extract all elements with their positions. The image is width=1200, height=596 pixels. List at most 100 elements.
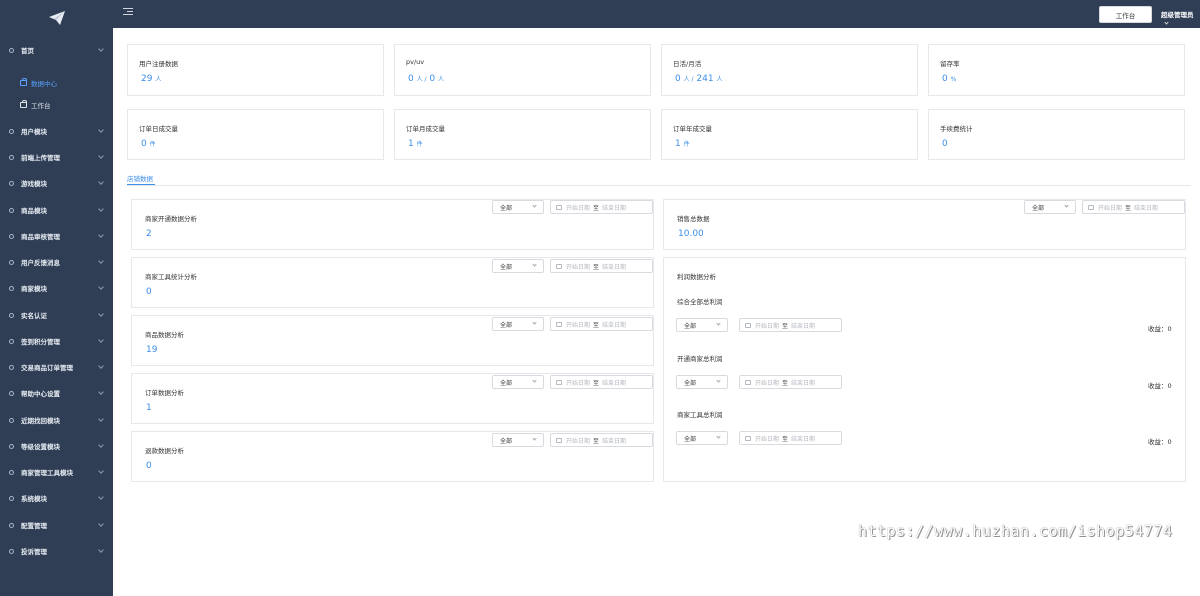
circle-icon bbox=[9, 285, 14, 291]
panel-merchant-open: 商家开通数据分析 2 全部 开始日期至结束日期 bbox=[131, 199, 654, 250]
panel-refunds: 退款数据分析 0 全部 开始日期至结束日期 bbox=[131, 431, 654, 482]
date-range-picker[interactable]: 开始日期至结束日期 bbox=[1082, 200, 1185, 214]
stat-card-user-registrations: 用户注册数据 29 人 bbox=[127, 44, 384, 96]
circle-icon bbox=[9, 312, 14, 318]
sidebar-item-recovery[interactable]: 近期找回模块 bbox=[0, 413, 113, 427]
date-range-picker[interactable]: 开始日期至结束日期 bbox=[739, 318, 842, 332]
sidebar-item-system[interactable]: 系统模块 bbox=[0, 491, 113, 505]
sidebar-item-checkin-points[interactable]: 签到积分管理 bbox=[0, 334, 113, 348]
sidebar-item-complaints[interactable]: 投诉管理 bbox=[0, 544, 113, 558]
range-select[interactable]: 全部 bbox=[492, 259, 544, 273]
chevron-down-icon bbox=[98, 179, 104, 185]
stat-value: 0 人 / 241 人 bbox=[675, 74, 723, 84]
circle-icon bbox=[9, 495, 14, 501]
panel-sales-total: 销售总数据 10.00 全部 开始日期至结束日期 bbox=[663, 199, 1186, 250]
income-value: 收益：0 bbox=[1148, 325, 1172, 333]
calendar-icon bbox=[745, 322, 751, 328]
date-range-picker[interactable]: 开始日期至结束日期 bbox=[550, 433, 653, 447]
date-range-picker[interactable]: 开始日期至结束日期 bbox=[550, 259, 653, 273]
chevron-down-icon bbox=[98, 521, 104, 527]
stat-card-dau-mau: 日活/月活 0 人 / 241 人 bbox=[661, 44, 918, 96]
sidebar-item-product-review[interactable]: 商品审核管理 bbox=[0, 229, 113, 243]
circle-icon bbox=[9, 443, 14, 449]
panel-products: 商品数据分析 19 全部 开始日期至结束日期 bbox=[131, 315, 654, 366]
sidebar-item-trade-orders[interactable]: 交易商品订单管理 bbox=[0, 360, 113, 374]
chevron-down-icon bbox=[98, 389, 104, 395]
calendar-icon bbox=[556, 321, 562, 327]
stat-value: 1 件 bbox=[675, 139, 690, 149]
tab-store-data[interactable]: 店铺数据 bbox=[127, 173, 153, 183]
stat-value: 0 bbox=[942, 139, 948, 149]
chevron-down-icon bbox=[98, 258, 104, 264]
sidebar-subitem-data-center[interactable]: 数据中心 bbox=[0, 76, 113, 90]
calendar-icon bbox=[556, 204, 562, 210]
stat-value: 0 % bbox=[942, 74, 957, 84]
sidebar-item-feedback[interactable]: 用户反馈消息 bbox=[0, 255, 113, 269]
sidebar-item-games[interactable]: 游戏模块 bbox=[0, 176, 113, 190]
range-select[interactable]: 全部 bbox=[676, 375, 728, 389]
chevron-down-icon bbox=[1164, 20, 1169, 25]
stat-value: 0 人 / 0 人 bbox=[408, 74, 445, 84]
date-range-picker[interactable]: 开始日期至结束日期 bbox=[739, 375, 842, 389]
sidebar-item-verification[interactable]: 实名认证 bbox=[0, 308, 113, 322]
stat-card-monthly-orders: 订单月成交量 1 件 bbox=[394, 109, 651, 160]
chevron-down-icon bbox=[716, 434, 721, 439]
profit-row-title: 综合全部总利润 bbox=[677, 298, 723, 306]
circle-icon bbox=[9, 233, 14, 239]
calendar-icon bbox=[556, 437, 562, 443]
range-select[interactable]: 全部 bbox=[492, 433, 544, 447]
sidebar-item-levels[interactable]: 等级设置模块 bbox=[0, 439, 113, 453]
sidebar: 首页 数据中心 工作台 用户模块 前端上传管理 游戏模块 商品模块 商品审核管理… bbox=[0, 0, 113, 596]
calendar-icon bbox=[556, 263, 562, 269]
admin-user-menu[interactable]: 超级管理员 bbox=[1161, 9, 1200, 27]
sidebar-item-merchants[interactable]: 商家模块 bbox=[0, 281, 113, 295]
chevron-down-icon bbox=[98, 46, 104, 52]
range-select[interactable]: 全部 bbox=[676, 431, 728, 445]
sidebar-item-config[interactable]: 配置管理 bbox=[0, 518, 113, 532]
calendar-icon bbox=[745, 435, 751, 441]
range-select[interactable]: 全部 bbox=[1024, 200, 1076, 214]
range-select[interactable]: 全部 bbox=[492, 200, 544, 214]
sidebar-item-help-center[interactable]: 帮助中心设置 bbox=[0, 386, 113, 400]
tab-divider bbox=[127, 185, 1191, 186]
chevron-down-icon bbox=[532, 378, 537, 383]
chevron-down-icon bbox=[98, 468, 104, 474]
logo bbox=[0, 0, 113, 36]
panel-value: 19 bbox=[146, 345, 158, 355]
stat-value: 0 件 bbox=[141, 139, 156, 149]
date-range-picker[interactable]: 开始日期至结束日期 bbox=[550, 200, 653, 214]
range-select[interactable]: 全部 bbox=[492, 317, 544, 331]
chevron-down-icon bbox=[1064, 203, 1069, 208]
circle-icon bbox=[9, 338, 14, 344]
calendar-icon bbox=[745, 379, 751, 385]
circle-icon bbox=[9, 417, 14, 423]
sidebar-item-products[interactable]: 商品模块 bbox=[0, 203, 113, 217]
chevron-down-icon bbox=[98, 494, 104, 500]
stat-value: 29 人 bbox=[141, 74, 162, 84]
chevron-down-icon bbox=[98, 442, 104, 448]
sidebar-subitem-workbench[interactable]: 工作台 bbox=[0, 98, 113, 112]
circle-icon bbox=[9, 548, 14, 554]
panel-profit-analysis: 利润数据分析 综合全部总利润 全部 开始日期至结束日期 收益：0 开通商家总利润… bbox=[663, 257, 1186, 482]
chevron-down-icon bbox=[532, 436, 537, 441]
chevron-down-icon bbox=[716, 378, 721, 383]
profit-row-title: 商家工具总利润 bbox=[677, 411, 723, 419]
chevron-down-icon bbox=[98, 127, 104, 133]
date-range-picker[interactable]: 开始日期至结束日期 bbox=[739, 431, 842, 445]
range-select[interactable]: 全部 bbox=[676, 318, 728, 332]
panel-value: 2 bbox=[146, 229, 152, 239]
date-range-picker[interactable]: 开始日期至结束日期 bbox=[550, 375, 653, 389]
sidebar-item-frontend-upload[interactable]: 前端上传管理 bbox=[0, 150, 113, 164]
date-range-picker[interactable]: 开始日期至结束日期 bbox=[550, 317, 653, 331]
circle-icon bbox=[9, 522, 14, 528]
workbench-button[interactable]: 工作台 bbox=[1099, 6, 1152, 23]
sidebar-item-home[interactable]: 首页 bbox=[0, 43, 113, 57]
range-select[interactable]: 全部 bbox=[492, 375, 544, 389]
sidebar-item-merchant-tools[interactable]: 商家管理工具模块 bbox=[0, 465, 113, 479]
chevron-down-icon bbox=[98, 416, 104, 422]
panel-value: 0 bbox=[146, 287, 152, 297]
sidebar-item-users[interactable]: 用户模块 bbox=[0, 124, 113, 138]
menu-fold-icon[interactable] bbox=[123, 8, 133, 18]
circle-icon bbox=[9, 47, 14, 53]
chevron-down-icon bbox=[98, 363, 104, 369]
